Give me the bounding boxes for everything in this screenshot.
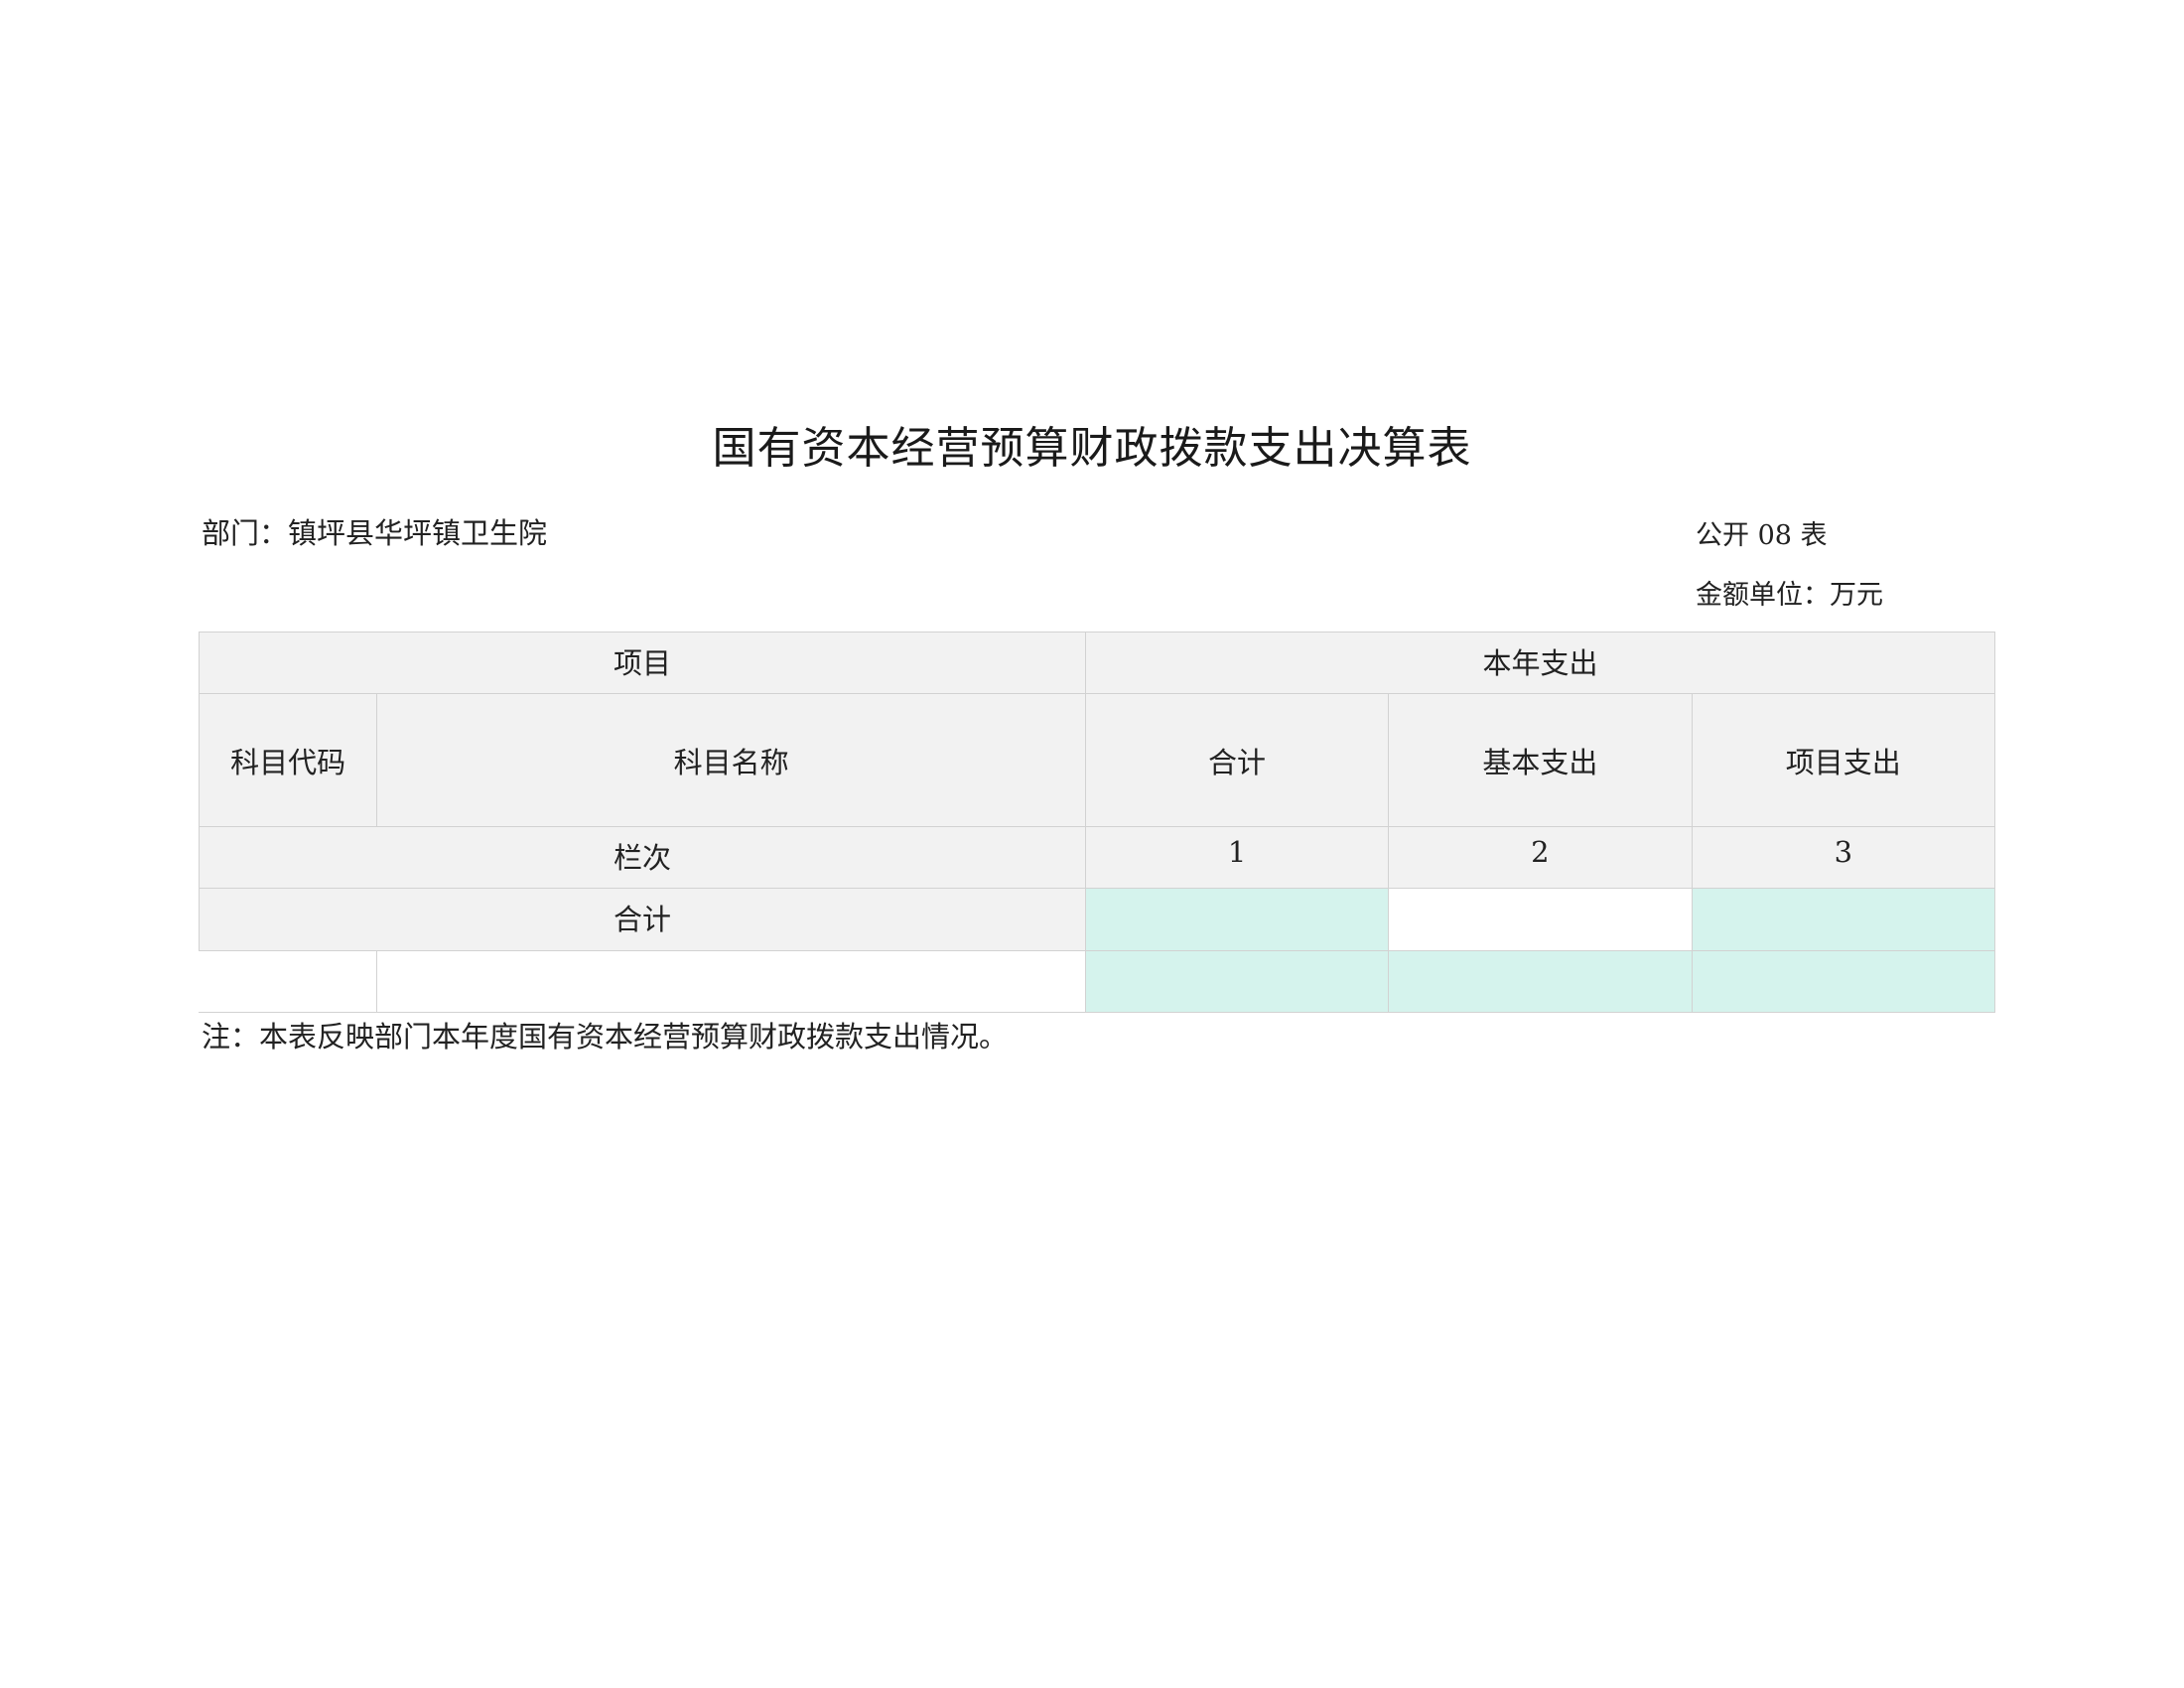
total-row-basic-value bbox=[1388, 888, 1693, 951]
page-title: 国有资本经营预算财政拨款支出决算表 bbox=[712, 423, 1472, 474]
amount-unit: 金额单位：万元 bbox=[1696, 580, 1883, 611]
header-current-year-expenditure: 本年支出 bbox=[1084, 632, 1996, 694]
department-label: 部门：镇坪县华坪镇卫生院 bbox=[202, 516, 548, 550]
header-subject-name: 科目名称 bbox=[376, 693, 1086, 827]
column-order-label: 栏次 bbox=[199, 826, 1086, 889]
row-subject-name bbox=[376, 950, 1086, 1013]
column-number-1: 1 bbox=[1084, 826, 1390, 889]
header-project-expenditure: 项目支出 bbox=[1691, 693, 1996, 827]
header-total: 合计 bbox=[1084, 693, 1390, 827]
table-row bbox=[198, 950, 1996, 1013]
row-subject-code bbox=[198, 950, 378, 1013]
column-order-row: 栏次 1 2 3 bbox=[199, 826, 1996, 889]
total-row-project-value bbox=[1691, 888, 1996, 951]
budget-table: 项目 本年支出 科目代码 科目名称 合计 基本支出 项目支出 栏次 1 2 3 … bbox=[198, 632, 1996, 1013]
row-basic-value bbox=[1388, 950, 1693, 1013]
total-row-total-value bbox=[1084, 888, 1390, 951]
table-header-row-1: 项目 本年支出 bbox=[199, 632, 1996, 694]
table-note: 注：本表反映部门本年度国有资本经营预算财政拨款支出情况。 bbox=[202, 1020, 1009, 1054]
header-subject-code: 科目代码 bbox=[198, 693, 378, 827]
column-number-2: 2 bbox=[1388, 826, 1693, 889]
table-header-row-2: 科目代码 科目名称 合计 基本支出 项目支出 bbox=[198, 693, 1996, 827]
form-number: 公开 08 表 bbox=[1696, 520, 1828, 551]
column-number-3: 3 bbox=[1691, 826, 1996, 889]
total-row-label: 合计 bbox=[199, 888, 1086, 951]
row-total-value bbox=[1084, 950, 1390, 1013]
header-basic-expenditure: 基本支出 bbox=[1388, 693, 1693, 827]
header-project: 项目 bbox=[199, 632, 1086, 694]
total-row: 合计 bbox=[199, 888, 1996, 951]
row-project-value bbox=[1691, 950, 1996, 1013]
